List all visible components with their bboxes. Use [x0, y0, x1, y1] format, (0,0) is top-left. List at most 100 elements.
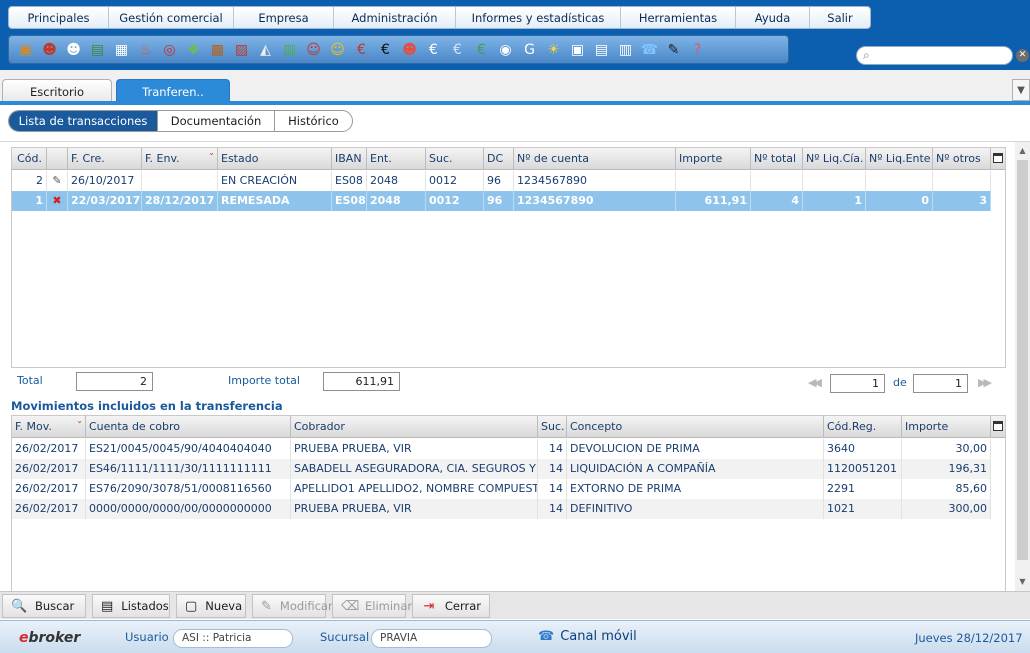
col-sucursal[interactable]: Suc.: [426, 148, 484, 170]
menu-salir[interactable]: Salir: [810, 7, 870, 28]
pencil-icon: ✎: [261, 598, 272, 614]
col-codigo-registro[interactable]: Cód.Reg.: [824, 416, 902, 438]
people-icon[interactable]: ☺: [303, 39, 324, 60]
menu-herramientas[interactable]: Herramientas: [621, 7, 736, 28]
euro-green-icon[interactable]: €: [471, 39, 492, 60]
col-numero-total[interactable]: Nº total: [751, 148, 803, 170]
money-icon[interactable]: ❖: [183, 39, 204, 60]
building-icon[interactable]: ▥: [279, 39, 300, 60]
menu-informes[interactable]: Informes y estadísticas: [456, 7, 621, 28]
col-importe[interactable]: Importe: [902, 416, 991, 438]
tab-escritorio[interactable]: Escritorio: [2, 79, 112, 103]
cube-icon[interactable]: ▣: [15, 39, 36, 60]
person-red-icon[interactable]: ☻: [39, 39, 60, 60]
menu-ayuda[interactable]: Ayuda: [736, 7, 810, 28]
scroll-thumb[interactable]: [1017, 160, 1028, 560]
clear-search-icon[interactable]: ✕: [1016, 49, 1029, 62]
col-iban[interactable]: IBAN: [332, 148, 367, 170]
last-page-icon[interactable]: ▶▶: [978, 376, 992, 389]
person-blue-icon[interactable]: ☻: [63, 39, 84, 60]
movement-row[interactable]: 26/02/2017 ES21/0045/0045/90/4040404040 PR…: [12, 439, 991, 459]
col-otros[interactable]: Nº otros: [933, 148, 991, 170]
col-fecha-mov[interactable]: F. Mov. ⌄: [12, 416, 86, 438]
col-concepto[interactable]: Concepto: [567, 416, 824, 438]
tab-underline: [0, 101, 1030, 105]
col-sucursal[interactable]: Suc.: [538, 416, 567, 438]
subtab-documentacion[interactable]: Documentación: [158, 111, 275, 131]
window-green-icon[interactable]: ▤: [87, 39, 108, 60]
google-icon[interactable]: G: [519, 39, 540, 60]
vertical-scrollbar[interactable]: ▲ ▼: [1015, 142, 1030, 591]
col-cobrador[interactable]: Cobrador: [291, 416, 538, 438]
phone-icon[interactable]: ☎: [639, 39, 660, 60]
notepad-icon[interactable]: ▥: [615, 39, 636, 60]
listados-button[interactable]: ▤ Listados: [92, 594, 170, 618]
col-liq-ente[interactable]: Nº Liq.Ente: [866, 148, 933, 170]
target-icon[interactable]: ◎: [159, 39, 180, 60]
scroll-down-icon[interactable]: ▼: [1015, 575, 1030, 589]
tab-transferencias[interactable]: Tranferen..: [116, 79, 230, 103]
euro-black-icon[interactable]: €: [375, 39, 396, 60]
col-cuenta-cobro[interactable]: Cuenta de cobro: [86, 416, 291, 438]
movement-row[interactable]: 26/02/2017 ES76/2090/3078/51/0008116560 AP…: [12, 479, 991, 499]
global-search-input[interactable]: ⌕: [856, 46, 1013, 65]
cell-estado: REMESADA: [218, 191, 332, 211]
book-icon[interactable]: ◭: [255, 39, 276, 60]
page-input[interactable]: 1: [830, 374, 885, 393]
cell-cobrador: PRUEBA PRUEBA, VIR: [291, 439, 538, 459]
briefcase-icon[interactable]: ▩: [207, 39, 228, 60]
subtab-lista-transacciones[interactable]: Lista de transacciones: [9, 111, 158, 131]
transaction-row[interactable]: 1 ✖ 22/03/2017 28/12/2017 REMESADA ES08 2048 00…: [12, 191, 991, 211]
tab-list-dropdown-icon[interactable]: ▼: [1012, 79, 1030, 101]
col-dc[interactable]: DC: [484, 148, 514, 170]
col-liq-cia[interactable]: Nº Liq.Cía.: [803, 148, 866, 170]
bag-icon[interactable]: ▨: [231, 39, 252, 60]
canal-movil-link[interactable]: ☎ Canal móvil: [538, 629, 637, 644]
col-entidad[interactable]: Ent.: [367, 148, 426, 170]
document-red-icon[interactable]: ▣: [567, 39, 588, 60]
euro-cloud-icon[interactable]: €: [447, 39, 468, 60]
column-chooser-icon[interactable]: [993, 421, 1003, 431]
cell-codreg: 2291: [824, 479, 902, 499]
cell-cod: 1: [12, 191, 47, 211]
col-fecha-envio[interactable]: F. Env. ⌄: [142, 148, 218, 170]
subtab-historico[interactable]: Histórico: [275, 111, 352, 131]
tools-icon[interactable]: ✎: [663, 39, 684, 60]
menu-principales[interactable]: Principales: [9, 7, 109, 28]
nueva-button[interactable]: ▢ Nueva: [176, 594, 246, 618]
fire-icon[interactable]: ♨: [135, 39, 156, 60]
menu-gestion-comercial[interactable]: Gestión comercial: [109, 7, 234, 28]
first-page-icon[interactable]: ◀◀: [808, 376, 822, 389]
menu-empresa[interactable]: Empresa: [234, 7, 334, 28]
bulb-icon[interactable]: ☀: [543, 39, 564, 60]
movement-row[interactable]: 26/02/2017 ES46/1111/1111/30/1111111111 SA…: [12, 459, 991, 479]
col-fecha-creacion[interactable]: F. Cre.: [68, 148, 142, 170]
col-numero-cuenta[interactable]: Nº de cuenta: [514, 148, 676, 170]
modificar-button[interactable]: ✎ Modificar: [252, 594, 333, 618]
help-icon[interactable]: ?: [687, 39, 708, 60]
cell-suc: 14: [538, 479, 567, 499]
transactions-table: Cód. F. Cre. F. Env. ⌄ Estado IBAN Ent. S…: [11, 147, 1006, 368]
person-yellow-icon[interactable]: ☺: [327, 39, 348, 60]
scroll-up-icon[interactable]: ▲: [1015, 144, 1030, 158]
menu-administracion[interactable]: Administración: [334, 7, 456, 28]
col-importe[interactable]: Importe: [676, 148, 751, 170]
col-icon[interactable]: [47, 148, 68, 170]
euro-red-icon[interactable]: €: [351, 39, 372, 60]
movement-row[interactable]: 26/02/2017 0000/0000/0000/00/0000000000 PR…: [12, 499, 991, 519]
chrome-icon[interactable]: ◉: [495, 39, 516, 60]
cell-suc: 0012: [426, 171, 484, 191]
cerrar-button[interactable]: ⇥ Cerrar: [412, 594, 490, 618]
window-blue-icon[interactable]: ▦: [111, 39, 132, 60]
eliminar-button[interactable]: ⌫ Eliminar: [332, 594, 412, 618]
buscar-button[interactable]: 🔍 Buscar: [2, 594, 86, 618]
documents-icon[interactable]: ▤: [591, 39, 612, 60]
page-count-field: 1: [913, 374, 968, 393]
transaction-row[interactable]: 2 ✎ 26/10/2017 EN CREACIÓN ES08 2048 0012 96 123…: [12, 171, 991, 191]
column-chooser-icon[interactable]: [993, 153, 1003, 163]
col-cod[interactable]: Cód.: [12, 148, 47, 170]
euro-blue-icon[interactable]: €: [423, 39, 444, 60]
persons-money-icon[interactable]: ☻: [399, 39, 420, 60]
col-estado[interactable]: Estado: [218, 148, 332, 170]
cell-cod: 2: [12, 171, 47, 191]
